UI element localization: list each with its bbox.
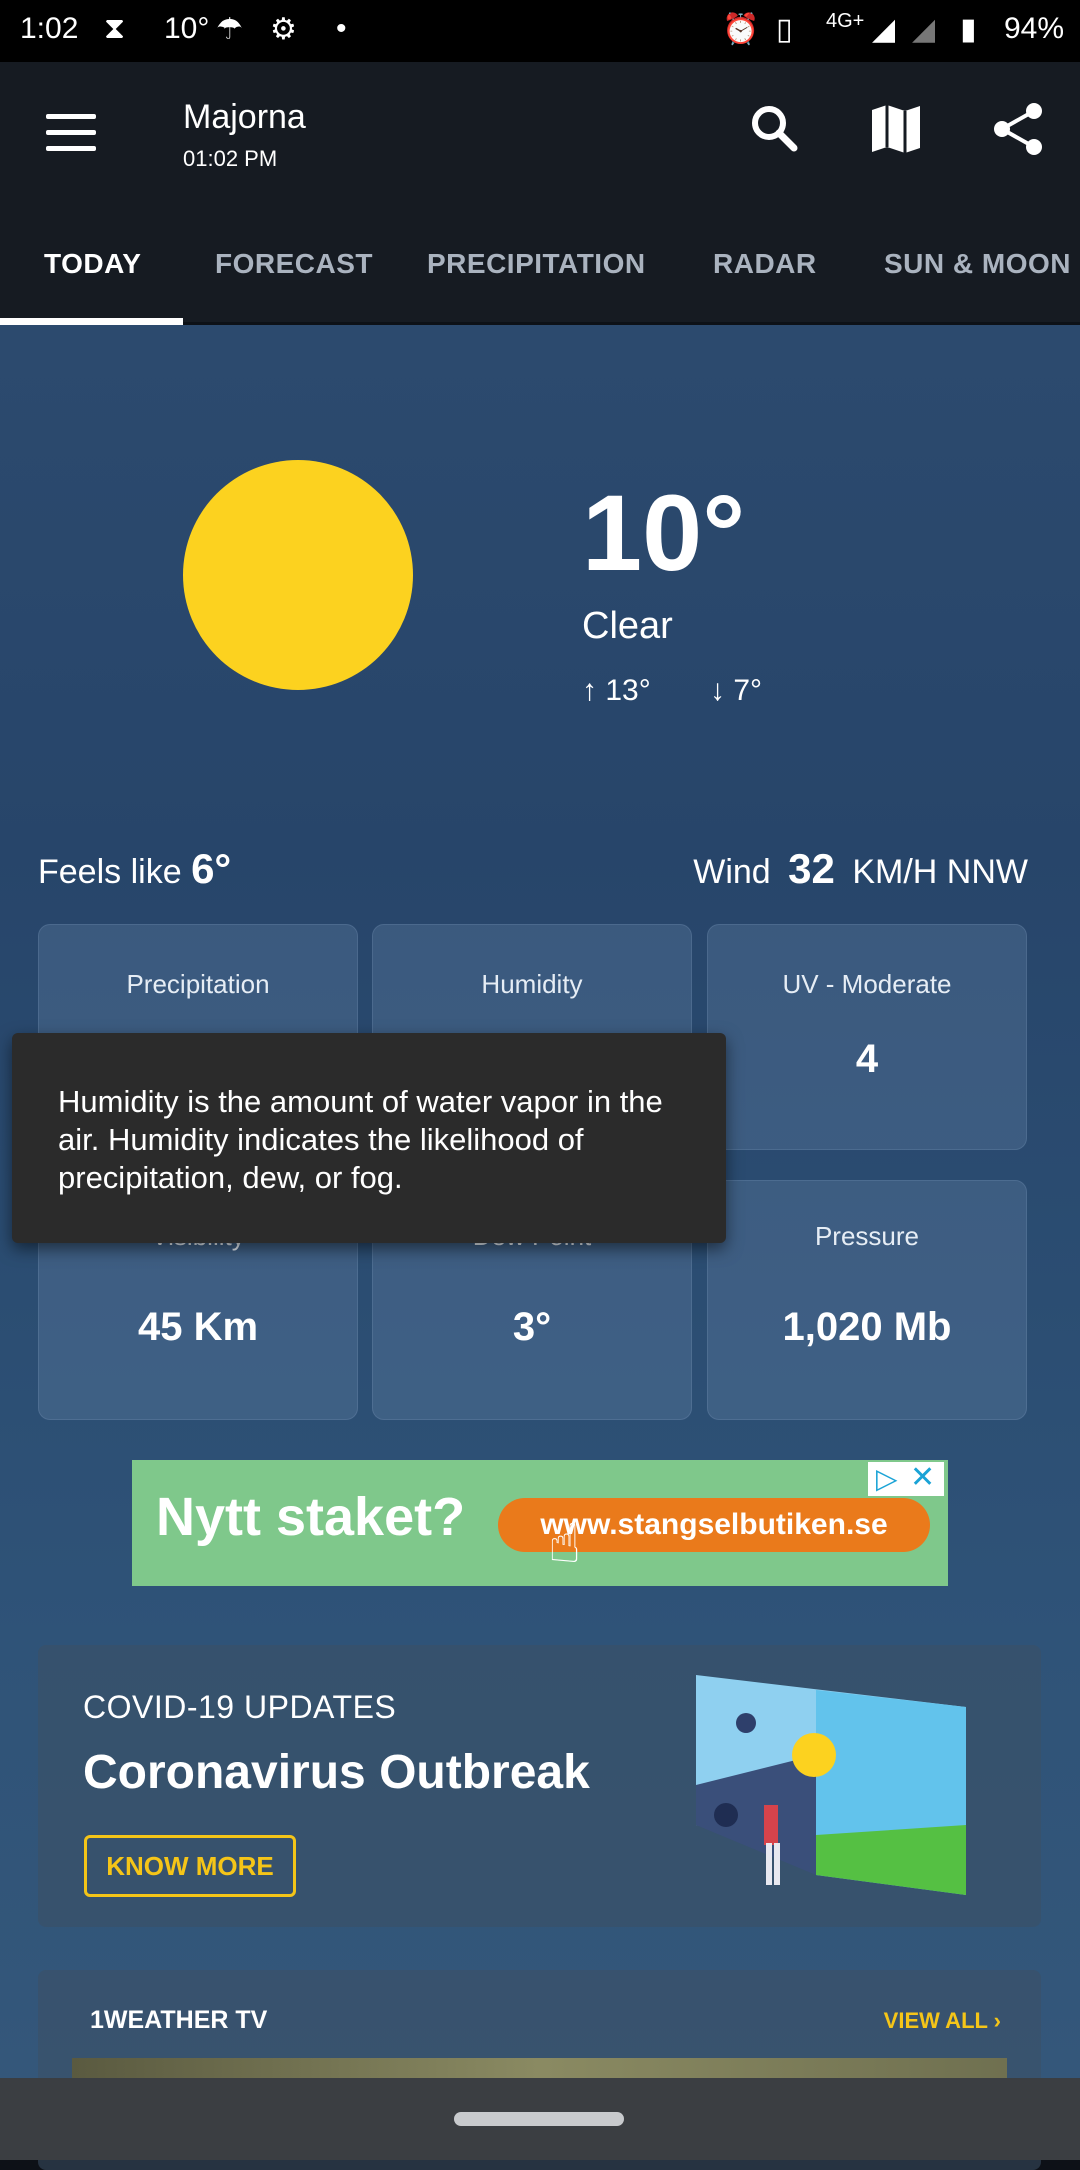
card-label: Precipitation xyxy=(126,969,270,999)
ad-headline: Nytt staket? xyxy=(156,1487,466,1547)
app-bar: Majorna 01:02 PM xyxy=(0,62,1080,322)
home-handle[interactable] xyxy=(454,2112,624,2126)
search-icon[interactable] xyxy=(748,102,800,154)
tab-radar[interactable]: RADAR xyxy=(713,248,817,280)
ad-close-icon[interactable]: ✕ xyxy=(910,1460,935,1495)
covid-illustration xyxy=(696,1675,966,1895)
signal-empty-icon: ◢ xyxy=(912,13,936,46)
high-temp: ↑ 13° xyxy=(582,674,651,708)
view-all-link[interactable]: VIEW ALL › xyxy=(884,2008,1001,2034)
tv-title: 1WEATHER TV xyxy=(90,2006,268,2034)
status-bar: 1:02 ⧗ 10° ☂ ⚙ • ⏰ ▯ 4G+ ◢ ◢ ▮ 94% xyxy=(0,0,1080,62)
network-type: 4G+ xyxy=(826,10,865,32)
card-label: UV - Moderate xyxy=(782,969,952,999)
humidity-tooltip: Humidity is the amount of water vapor in… xyxy=(12,1033,726,1243)
view-all-label: VIEW ALL xyxy=(883,2008,988,2033)
feels-like-value: 6° xyxy=(191,845,232,892)
card-uv[interactable]: UV - Moderate 4 xyxy=(707,924,1027,1150)
card-value: 3° xyxy=(512,1305,552,1349)
covid-title: Coronavirus Outbreak xyxy=(83,1746,590,1799)
ad-choices-icon[interactable]: ▷ xyxy=(876,1462,898,1495)
arrow-up-icon: ↑ xyxy=(582,674,597,707)
status-temp: 10° xyxy=(164,12,210,45)
advertisement-banner[interactable]: Nytt staket? www.stangselbutiken.se ▷ ✕ … xyxy=(132,1460,948,1586)
status-time: 1:02 xyxy=(20,12,79,45)
card-pressure[interactable]: Pressure 1,020 Mb xyxy=(707,1180,1027,1420)
tooltip-text: Humidity is the amount of water vapor in… xyxy=(58,1084,663,1195)
current-condition: Clear xyxy=(582,605,673,647)
hand-cursor-icon: ☝ xyxy=(548,1514,581,1574)
high-temp-value: 13° xyxy=(605,674,651,707)
covid-card[interactable]: COVID-19 UPDATES Coronavirus Outbreak KN… xyxy=(38,1645,1041,1927)
card-value: 45 Km xyxy=(137,1305,259,1349)
tab-forecast[interactable]: FORECAST xyxy=(215,248,373,280)
card-value: 1,020 Mb xyxy=(782,1305,952,1349)
feels-like-label: Feels like xyxy=(38,853,182,891)
feels-like: Feels like 6° xyxy=(38,845,231,893)
notification-dot-icon: • xyxy=(336,12,347,45)
alarm-icon: ⏰ xyxy=(722,13,760,46)
battery-percent: 94% xyxy=(1004,12,1065,45)
arrow-down-icon: ↓ xyxy=(710,674,725,707)
hourglass-icon: ⧗ xyxy=(104,12,126,45)
wind-info: Wind 32 KM/H NNW xyxy=(693,845,1028,893)
low-temp: ↓ 7° xyxy=(710,674,762,708)
active-tab-indicator xyxy=(0,318,183,325)
signal-icon: ◢ xyxy=(872,13,896,46)
tab-precipitation[interactable]: PRECIPITATION xyxy=(427,248,646,280)
location-time: 01:02 PM xyxy=(183,146,278,171)
know-more-button[interactable]: KNOW MORE xyxy=(84,1835,296,1897)
current-temperature: 10° xyxy=(582,472,746,593)
share-icon[interactable] xyxy=(992,102,1044,156)
low-temp-value: 7° xyxy=(733,674,763,707)
battery-icon: ▮ xyxy=(960,13,977,46)
system-nav-bar xyxy=(0,2078,1080,2160)
tab-today[interactable]: TODAY xyxy=(44,248,141,280)
weather-app-icon: ☂ xyxy=(216,13,243,46)
tab-sun-moon[interactable]: SUN & MOON xyxy=(884,248,1071,280)
location-name[interactable]: Majorna xyxy=(183,98,306,137)
chevron-right-icon: › xyxy=(993,2008,1001,2033)
settings-dots-icon: ⚙ xyxy=(270,13,297,46)
wind-unit-direction: KM/H NNW xyxy=(852,853,1028,891)
card-value: 4 xyxy=(855,1037,879,1081)
wind-speed: 32 xyxy=(788,845,835,892)
wind-label: Wind xyxy=(693,853,771,891)
sun-weather-icon xyxy=(183,460,413,690)
card-label: Pressure xyxy=(814,1221,920,1251)
card-label: Humidity xyxy=(481,969,583,999)
ad-choices[interactable]: ▷ ✕ xyxy=(868,1460,944,1496)
menu-icon[interactable] xyxy=(46,114,96,154)
map-icon[interactable] xyxy=(870,104,922,154)
covid-kicker: COVID-19 UPDATES xyxy=(83,1689,397,1725)
vibrate-icon: ▯ xyxy=(776,13,793,46)
